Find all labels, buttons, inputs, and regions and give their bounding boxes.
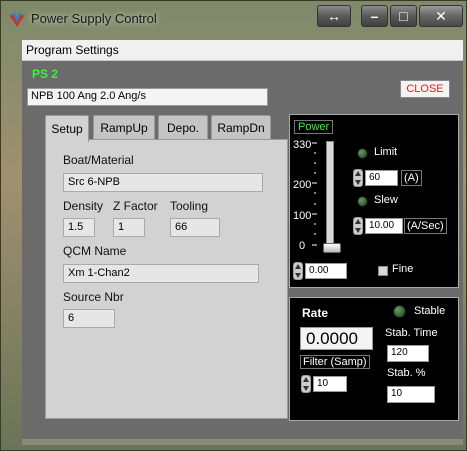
power-slider-thumb[interactable] — [323, 243, 341, 253]
density-field[interactable]: 1.5 — [63, 218, 95, 237]
main-panel: PS 2 NPB 100 Ang 2.0 Ang/s CLOSE Setup R… — [22, 61, 463, 439]
zfactor-field[interactable]: 1 — [113, 218, 145, 237]
tooling-label: Tooling — [170, 199, 209, 213]
app-icon — [9, 13, 25, 27]
filter-label: Filter (Samp) — [300, 355, 370, 369]
power-panel: Power 330 200 100 0 Limit 60 (A) Slew 10… — [289, 114, 459, 288]
menu-program-settings[interactable]: Program Settings — [22, 43, 123, 57]
slew-unit: (A/Sec) — [404, 218, 447, 234]
power-title: Power — [294, 120, 334, 134]
minimize-button[interactable]: – — [361, 5, 388, 27]
source-nbr-label: Source Nbr — [63, 290, 124, 304]
window-title: Power Supply Control — [31, 11, 157, 26]
rate-title: Rate — [302, 306, 329, 320]
limit-field[interactable]: 60 — [365, 170, 398, 186]
stab-time-field[interactable]: 120 — [387, 345, 429, 362]
power-supply-label: PS 2 — [32, 67, 59, 81]
maximize-button[interactable]: □ — [390, 5, 417, 27]
tab-rampup[interactable]: RampUp — [93, 115, 155, 140]
slew-field[interactable]: 10.00 — [365, 218, 403, 234]
boat-material-label: Boat/Material — [63, 153, 134, 167]
setup-panel: Boat/Material Src 6-NPB Density Z Factor… — [45, 139, 288, 419]
stab-pct-label: Stab. % — [387, 367, 426, 379]
zfactor-label: Z Factor — [113, 199, 158, 213]
bottom-strip — [22, 439, 463, 445]
rate-panel: Rate Stable 0.0000 Stab. Time 120 Filter… — [289, 297, 459, 421]
stable-label: Stable — [414, 305, 446, 317]
density-label: Density — [63, 199, 104, 213]
restore-button[interactable]: ↔ — [317, 5, 351, 27]
source-nbr-field[interactable]: 6 — [63, 309, 115, 328]
close-button[interactable]: CLOSE — [400, 80, 450, 98]
slew-led — [357, 196, 368, 207]
stable-led — [393, 305, 406, 318]
power-tick-100: 100 — [293, 210, 312, 222]
tooling-field[interactable]: 66 — [170, 218, 220, 237]
filter-field[interactable]: 10 — [313, 376, 347, 392]
stab-pct-field[interactable]: 10 — [387, 386, 435, 403]
power-tick-330: 330 — [293, 139, 312, 151]
tab-rampdn[interactable]: RampDn — [211, 115, 271, 140]
tab-depo[interactable]: Depo. — [158, 115, 208, 140]
power-tick-200: 200 — [293, 179, 312, 191]
boat-material-field[interactable]: Src 6-NPB — [63, 173, 263, 192]
qcm-name-label: QCM Name — [63, 244, 127, 258]
slew-label: Slew — [374, 194, 398, 206]
power-slider-track[interactable] — [326, 141, 334, 249]
output-field[interactable]: 0.00 — [305, 263, 347, 279]
power-tick-0: 0 — [299, 240, 306, 252]
limit-spinner[interactable] — [353, 169, 363, 187]
fine-checkbox[interactable] — [378, 266, 388, 276]
tab-setup[interactable]: Setup — [45, 115, 89, 142]
slew-spinner[interactable] — [353, 217, 363, 235]
rate-readout: 0.0000 — [300, 327, 373, 350]
title-bar[interactable]: Power Supply Control ↔ – □ ✕ — [1, 1, 467, 39]
output-spinner[interactable] — [293, 262, 303, 280]
recipe-description: NPB 100 Ang 2.0 Ang/s — [27, 88, 268, 106]
stab-time-label: Stab. Time — [385, 327, 438, 339]
menu-bar: Program Settings — [22, 40, 463, 61]
app-window: Power Supply Control ↔ – □ ✕ Program Set… — [0, 0, 467, 451]
limit-label: Limit — [374, 146, 398, 158]
close-window-button[interactable]: ✕ — [419, 5, 463, 27]
limit-unit: (A) — [401, 170, 422, 186]
fine-label: Fine — [392, 263, 414, 275]
limit-led — [357, 148, 368, 159]
filter-spinner[interactable] — [301, 375, 311, 393]
qcm-name-field[interactable]: Xm 1-Chan2 — [63, 264, 259, 283]
